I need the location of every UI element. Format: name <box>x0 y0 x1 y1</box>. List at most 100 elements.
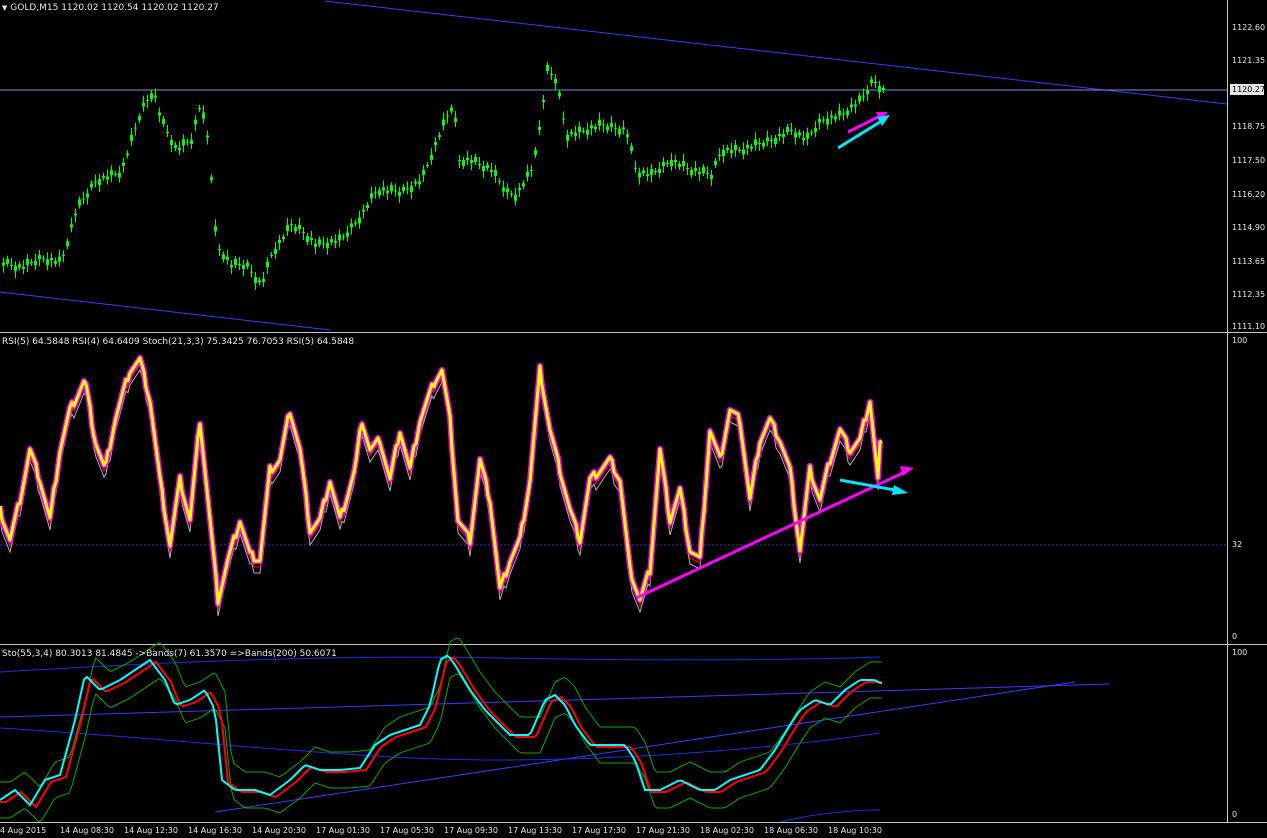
candle-body <box>674 160 677 162</box>
candle-body <box>802 138 805 140</box>
candle-body <box>366 205 369 208</box>
candle-body <box>502 187 505 192</box>
candle-body <box>234 259 237 265</box>
candle-body <box>550 74 553 75</box>
candle-body <box>526 171 529 177</box>
candle-body <box>574 132 577 136</box>
candle-body <box>706 173 709 174</box>
candle-body <box>102 175 105 178</box>
candle-body <box>538 127 541 130</box>
candle-body <box>770 140 773 141</box>
candle-body <box>846 110 849 116</box>
candle-body <box>474 157 477 162</box>
candle-body <box>798 132 801 136</box>
candle-body <box>170 140 173 145</box>
candle-body <box>310 238 313 240</box>
candle-body <box>454 118 457 122</box>
candle-body <box>766 137 769 142</box>
candle-body <box>842 113 845 115</box>
candle-body <box>214 226 217 232</box>
candle-body <box>266 262 269 267</box>
candle-body <box>530 170 533 171</box>
candle-body <box>10 265 13 266</box>
candle-body <box>554 79 557 83</box>
candle-body <box>650 169 653 175</box>
candle-body <box>662 162 665 166</box>
candle-body <box>182 139 185 146</box>
candle-body <box>566 134 569 141</box>
candle-body <box>710 175 713 179</box>
rsi-outline-line <box>0 355 884 607</box>
candle-body <box>438 135 441 137</box>
candle-body <box>462 160 465 166</box>
time-label: 14 Aug 12:30 <box>124 826 178 835</box>
candle-body <box>166 132 169 133</box>
candle-body <box>418 181 421 185</box>
dropdown-triangle-icon[interactable]: ▼ <box>2 4 7 12</box>
rsi-level-label: 100 <box>1232 336 1248 345</box>
candle-body <box>70 224 73 228</box>
candle-body <box>390 185 393 192</box>
candle-body <box>630 146 633 151</box>
candle-body <box>142 102 145 107</box>
time-label: 17 Aug 17:30 <box>572 826 626 835</box>
candle-body <box>294 227 297 231</box>
candle-body <box>406 188 409 190</box>
price-label: 1116.20 <box>1232 190 1266 199</box>
candle-body <box>134 127 137 129</box>
candle-body <box>334 241 337 244</box>
candle-body <box>834 116 837 120</box>
candle-body <box>794 132 797 138</box>
candle-body <box>810 132 813 134</box>
candle-body <box>634 167 637 169</box>
time-label: 17 Aug 05:30 <box>380 826 434 835</box>
candle-body <box>698 172 701 174</box>
candle-body <box>346 232 349 237</box>
candle-body <box>422 170 425 175</box>
candle-body <box>378 190 381 196</box>
candle-body <box>446 115 449 117</box>
candle-body <box>690 170 693 175</box>
candle-body <box>18 264 21 268</box>
candle-body <box>598 119 601 126</box>
candle-body <box>298 225 301 229</box>
candle-body <box>670 160 673 166</box>
candle-body <box>66 241 69 247</box>
candle-body <box>606 126 609 131</box>
candle-body <box>42 258 45 260</box>
candle-body <box>482 166 485 171</box>
candle-body <box>74 213 77 216</box>
candle-body <box>2 262 5 266</box>
candle-body <box>518 188 521 190</box>
rsi-level-label: 32 <box>1232 540 1243 549</box>
candle-body <box>830 115 833 118</box>
candle-body <box>358 217 361 224</box>
candle-body <box>6 258 9 264</box>
candle-body <box>286 225 289 231</box>
rsi-panel-header: RSI(5) 64.5848 RSI(4) 64.6409 Stoch(21,3… <box>2 337 355 347</box>
candle-body <box>254 277 257 283</box>
candle-body <box>114 173 117 175</box>
candle-body <box>878 86 881 92</box>
candle-body <box>714 161 717 165</box>
candle-body <box>342 236 345 238</box>
candle-body <box>882 88 885 90</box>
candle-body <box>278 240 281 243</box>
candle-body <box>582 130 585 132</box>
candle-body <box>534 150 537 155</box>
candle-body <box>190 140 193 144</box>
candle-body <box>362 209 365 212</box>
candle-body <box>750 146 753 149</box>
time-label: 4 Aug 2015 <box>0 826 47 835</box>
candle-body <box>174 145 177 148</box>
candle-body <box>850 104 853 108</box>
candle-body <box>546 65 549 71</box>
candle-body <box>570 131 573 134</box>
candle-body <box>870 79 873 84</box>
candle-body <box>26 259 29 265</box>
candle-body <box>150 93 153 100</box>
price-label: 1117.50 <box>1232 156 1266 165</box>
candle-body <box>826 118 829 125</box>
candle-body <box>106 176 109 180</box>
time-axis-border <box>0 822 1267 823</box>
